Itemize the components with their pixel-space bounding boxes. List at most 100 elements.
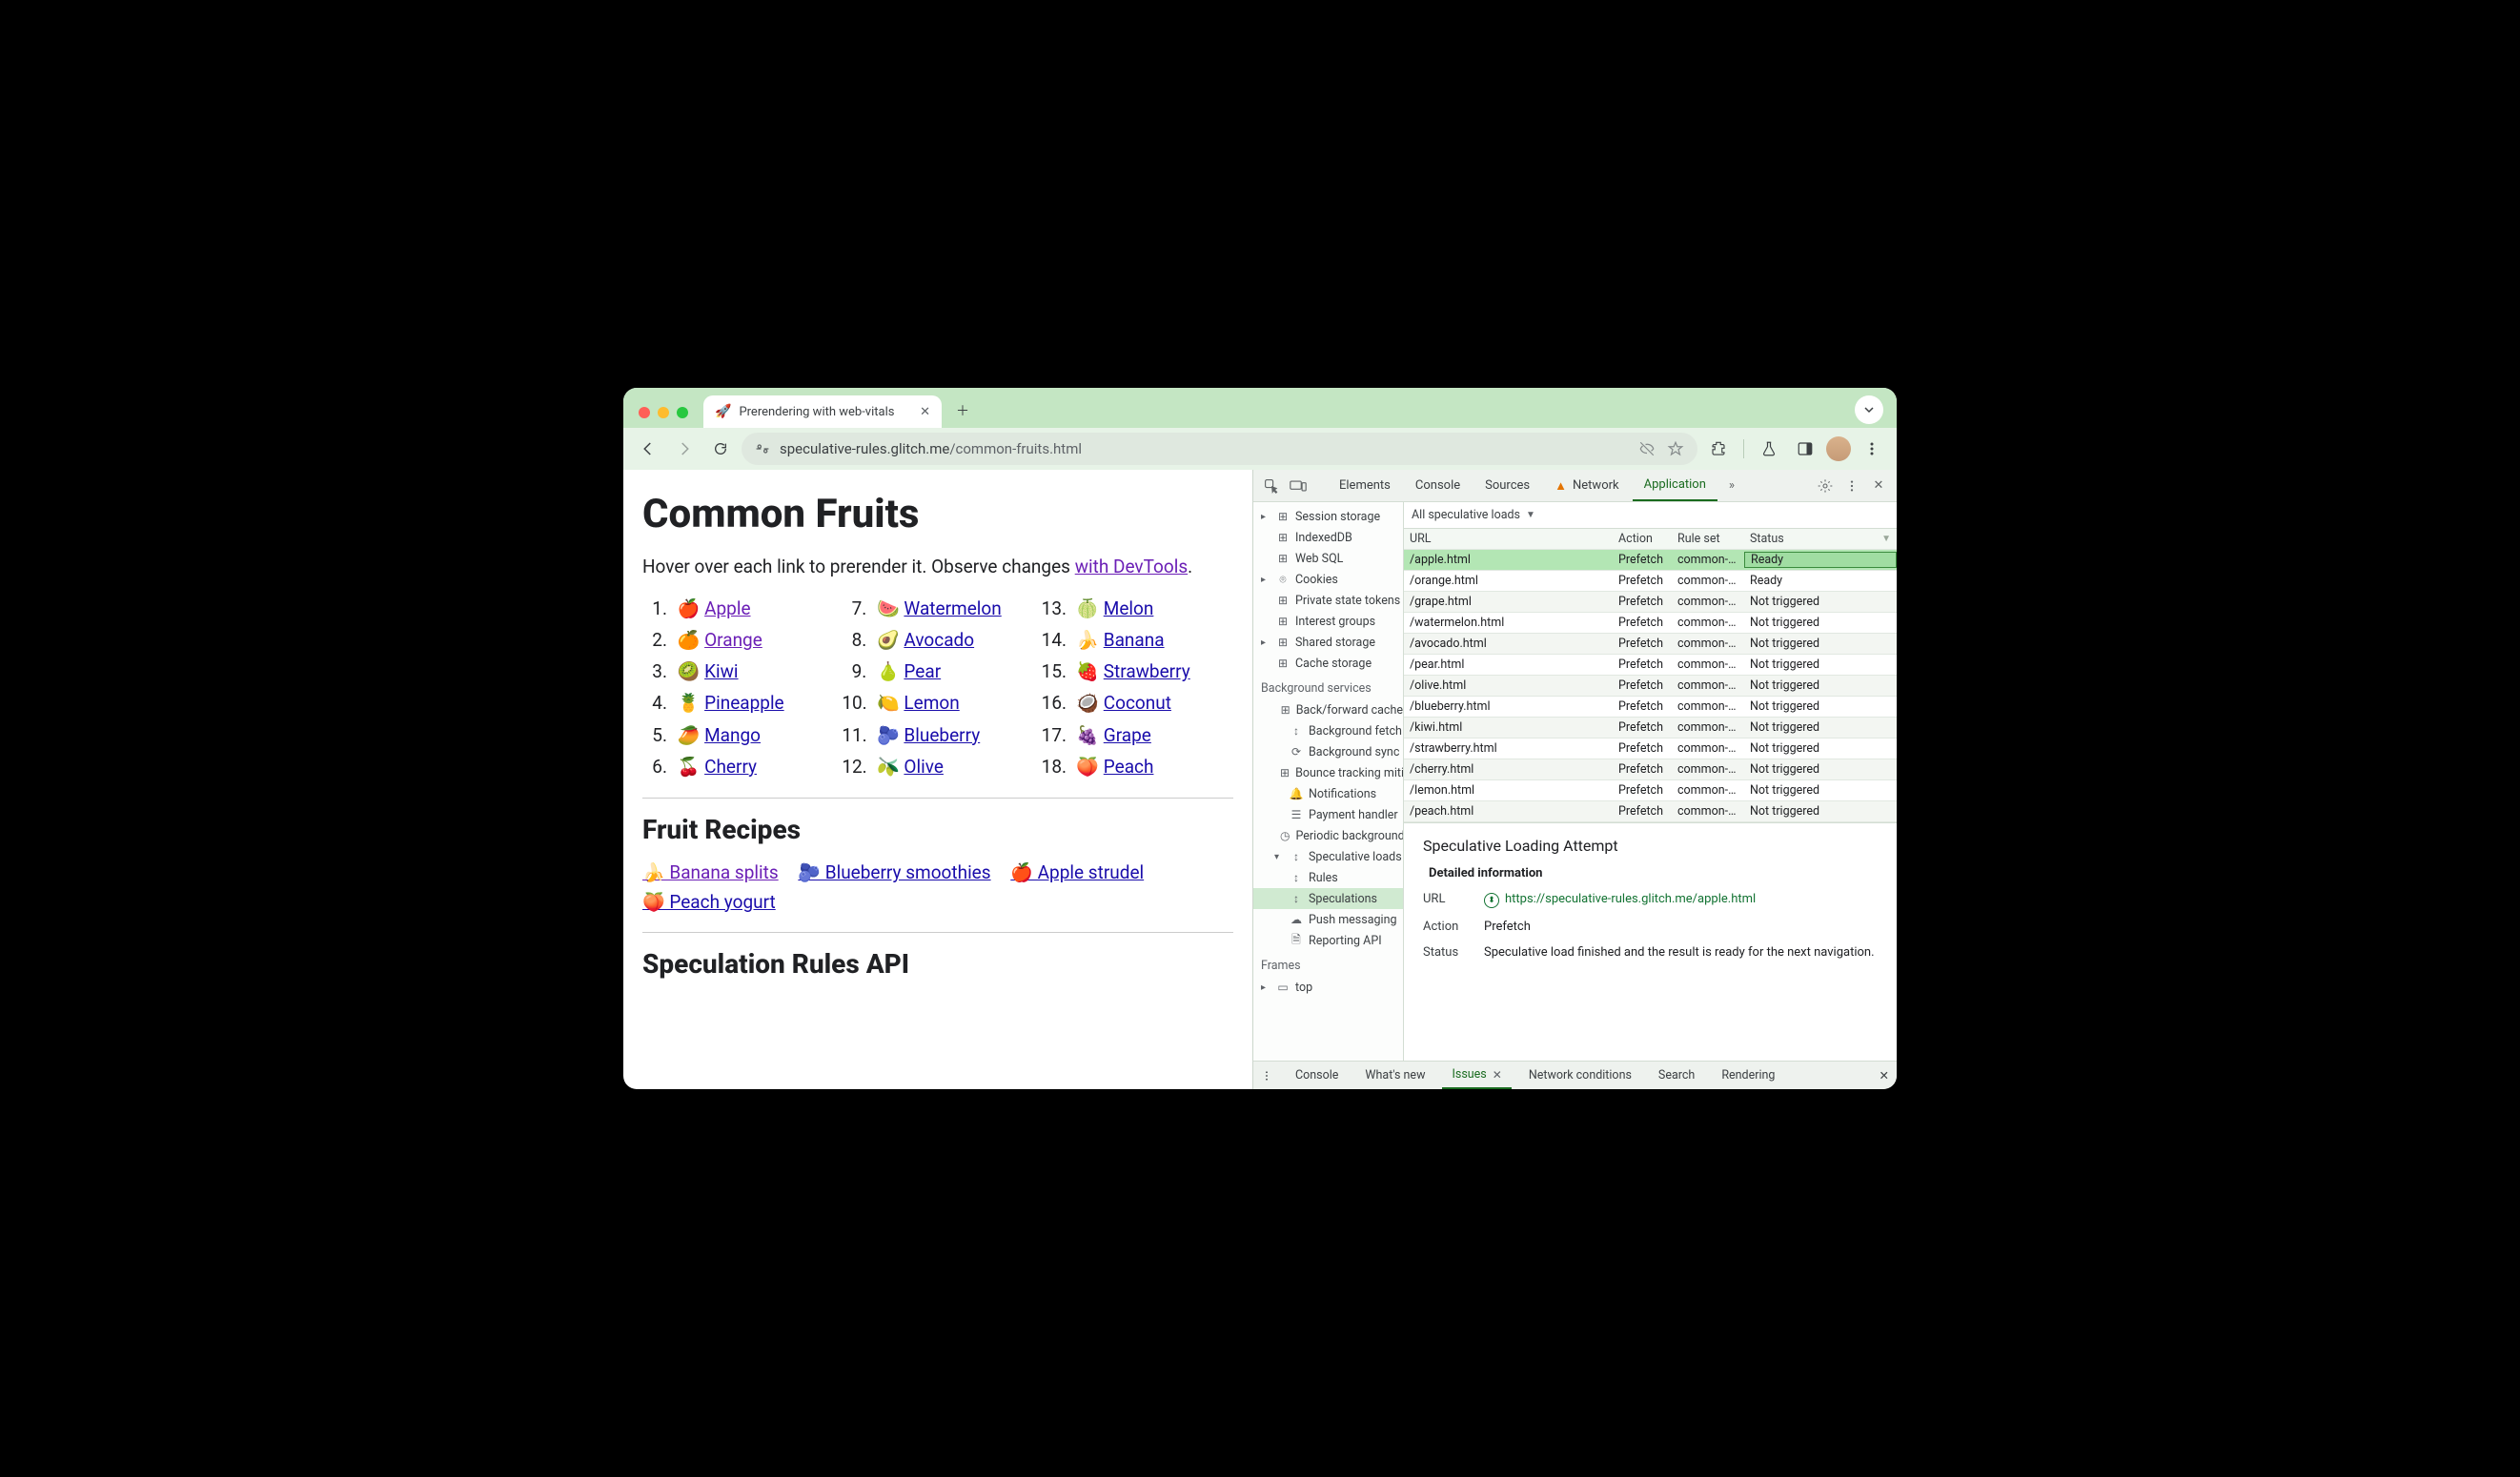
- col-action[interactable]: Action: [1613, 532, 1672, 546]
- sidebar-item[interactable]: ⊞Web SQL: [1253, 548, 1403, 569]
- sidebar-item[interactable]: ▸⊞Shared storage: [1253, 632, 1403, 653]
- extensions-icon[interactable]: [1703, 434, 1734, 464]
- sidebar-item[interactable]: 🗎Reporting API: [1253, 930, 1403, 951]
- recipe-link[interactable]: 🍑 Peach yogurt: [642, 891, 776, 913]
- table-row[interactable]: /orange.htmlPrefetchcommon-…Ready: [1404, 571, 1897, 592]
- sidebar-item[interactable]: ▾↕Speculative loads: [1253, 846, 1403, 867]
- chrome-menu-icon[interactable]: [1857, 434, 1887, 464]
- table-row[interactable]: /kiwi.htmlPrefetchcommon-…Not triggered: [1404, 718, 1897, 738]
- sidebar-item[interactable]: ▸▭top: [1253, 977, 1403, 998]
- sidebar-item[interactable]: ⊞Back/forward cache: [1253, 699, 1403, 720]
- sidebar-item[interactable]: ▸⌾Cookies: [1253, 569, 1403, 590]
- close-icon[interactable]: ✕: [1493, 1068, 1502, 1082]
- sidebar-item[interactable]: 🔔Notifications: [1253, 783, 1403, 804]
- table-row[interactable]: /grape.htmlPrefetchcommon-…Not triggered: [1404, 592, 1897, 613]
- col-url[interactable]: URL: [1404, 532, 1613, 546]
- sidebar-item[interactable]: ↕Rules: [1253, 867, 1403, 888]
- table-row[interactable]: /avocado.htmlPrefetchcommon-…Not trigger…: [1404, 634, 1897, 655]
- sidebar-item[interactable]: ◷Periodic background: [1253, 825, 1403, 846]
- drawer-menu-icon[interactable]: [1261, 1070, 1278, 1082]
- tab-network[interactable]: ▲Network: [1543, 470, 1630, 501]
- drawer-tab-console[interactable]: Console: [1286, 1062, 1348, 1089]
- fruit-link[interactable]: Mango: [704, 724, 761, 746]
- eye-off-icon[interactable]: [1638, 440, 1656, 457]
- sidebar-item[interactable]: ▸⊞Session storage: [1253, 506, 1403, 527]
- profile-avatar[interactable]: [1826, 436, 1851, 461]
- fruit-link[interactable]: Kiwi: [704, 660, 738, 682]
- close-tab-icon[interactable]: ✕: [920, 405, 930, 419]
- table-row[interactable]: /strawberry.htmlPrefetchcommon-…Not trig…: [1404, 738, 1897, 759]
- sidebar-item[interactable]: ⟳Background sync: [1253, 741, 1403, 762]
- sidebar-item[interactable]: ☁Push messaging: [1253, 909, 1403, 930]
- new-tab-button[interactable]: ＋: [949, 397, 976, 424]
- table-row[interactable]: /watermelon.htmlPrefetchcommon-…Not trig…: [1404, 613, 1897, 634]
- kebab-menu-icon[interactable]: [1839, 479, 1864, 493]
- recipe-link[interactable]: 🍌 Banana splits: [642, 861, 779, 883]
- fruit-link[interactable]: Olive: [904, 756, 943, 778]
- col-status[interactable]: Status▼: [1744, 532, 1897, 546]
- tab-sources[interactable]: Sources: [1473, 470, 1541, 501]
- filter-bar[interactable]: All speculative loads▼: [1404, 502, 1897, 529]
- close-window-button[interactable]: [639, 407, 650, 418]
- tab-search-button[interactable]: [1855, 395, 1883, 424]
- sidebar-item[interactable]: ↕Speculations: [1253, 888, 1403, 909]
- fruit-link[interactable]: Pear: [904, 660, 941, 682]
- table-row[interactable]: /apple.htmlPrefetchcommon-…Ready: [1404, 550, 1897, 571]
- intro-link[interactable]: with DevTools: [1075, 556, 1188, 577]
- browser-tab[interactable]: 🚀 Prerendering with web-vitals ✕: [703, 395, 942, 428]
- device-toolbar-icon[interactable]: [1286, 479, 1311, 493]
- tab-console[interactable]: Console: [1404, 470, 1472, 501]
- fruit-link[interactable]: Apple: [704, 597, 750, 619]
- table-row[interactable]: /blueberry.htmlPrefetchcommon-…Not trigg…: [1404, 697, 1897, 718]
- fruit-link[interactable]: Peach: [1104, 756, 1154, 778]
- maximize-window-button[interactable]: [677, 407, 688, 418]
- table-row[interactable]: /olive.htmlPrefetchcommon-…Not triggered: [1404, 676, 1897, 697]
- fruit-link[interactable]: Grape: [1104, 724, 1151, 746]
- bookmark-star-icon[interactable]: [1667, 440, 1684, 457]
- forward-button[interactable]: [669, 434, 700, 464]
- table-row[interactable]: /pear.htmlPrefetchcommon-…Not triggered: [1404, 655, 1897, 676]
- sidebar-item[interactable]: ⊞Bounce tracking mitigation: [1253, 762, 1403, 783]
- recipe-link[interactable]: 🫐 Blueberry smoothies: [798, 861, 990, 883]
- fruit-link[interactable]: Blueberry: [904, 724, 980, 746]
- back-button[interactable]: [633, 434, 663, 464]
- sidebar-item[interactable]: ⊞Private state tokens: [1253, 590, 1403, 611]
- fruit-link[interactable]: Melon: [1104, 597, 1154, 619]
- tab-elements[interactable]: Elements: [1328, 470, 1402, 501]
- fruit-link[interactable]: Cherry: [704, 756, 757, 778]
- site-settings-icon[interactable]: [755, 442, 770, 455]
- sidebar-item[interactable]: ☰Payment handler: [1253, 804, 1403, 825]
- sidebar-item[interactable]: ⊞Interest groups: [1253, 611, 1403, 632]
- close-devtools-icon[interactable]: ✕: [1866, 478, 1891, 493]
- fruit-link[interactable]: Banana: [1104, 629, 1165, 651]
- fruit-link[interactable]: Pineapple: [704, 692, 784, 714]
- detail-url-link[interactable]: https://speculative-rules.glitch.me/appl…: [1505, 892, 1756, 906]
- col-rule[interactable]: Rule set: [1672, 532, 1744, 546]
- fruit-link[interactable]: Watermelon: [904, 597, 1001, 619]
- reload-button[interactable]: [705, 434, 736, 464]
- inspect-icon[interactable]: [1259, 478, 1284, 494]
- sidebar-item[interactable]: ↕Background fetch: [1253, 720, 1403, 741]
- more-tabs-icon[interactable]: »: [1719, 478, 1744, 493]
- address-bar[interactable]: speculative-rules.glitch.me/common-fruit…: [742, 433, 1697, 465]
- table-row[interactable]: /cherry.htmlPrefetchcommon-…Not triggere…: [1404, 759, 1897, 780]
- side-panel-icon[interactable]: [1790, 434, 1820, 464]
- drawer-tab-network-conditions[interactable]: Network conditions: [1519, 1062, 1641, 1089]
- recipe-link[interactable]: 🍎 Apple strudel: [1010, 861, 1144, 883]
- minimize-window-button[interactable]: [658, 407, 669, 418]
- sidebar-item[interactable]: ⊞IndexedDB: [1253, 527, 1403, 548]
- fruit-link[interactable]: Avocado: [904, 629, 974, 651]
- fruit-link[interactable]: Orange: [704, 629, 762, 651]
- sidebar-item[interactable]: ⊞Cache storage: [1253, 653, 1403, 674]
- fruit-link[interactable]: Strawberry: [1104, 660, 1190, 682]
- labs-icon[interactable]: [1754, 434, 1784, 464]
- drawer-tab-search[interactable]: Search: [1649, 1062, 1704, 1089]
- drawer-tab-rendering[interactable]: Rendering: [1712, 1062, 1784, 1089]
- settings-gear-icon[interactable]: [1813, 478, 1838, 494]
- tab-application[interactable]: Application: [1633, 470, 1717, 501]
- close-drawer-icon[interactable]: ✕: [1880, 1068, 1889, 1083]
- table-row[interactable]: /lemon.htmlPrefetchcommon-…Not triggered: [1404, 780, 1897, 801]
- fruit-link[interactable]: Lemon: [904, 692, 959, 714]
- drawer-tab-issues[interactable]: Issues ✕: [1442, 1062, 1511, 1089]
- drawer-tab-whatsnew[interactable]: What's new: [1355, 1062, 1434, 1089]
